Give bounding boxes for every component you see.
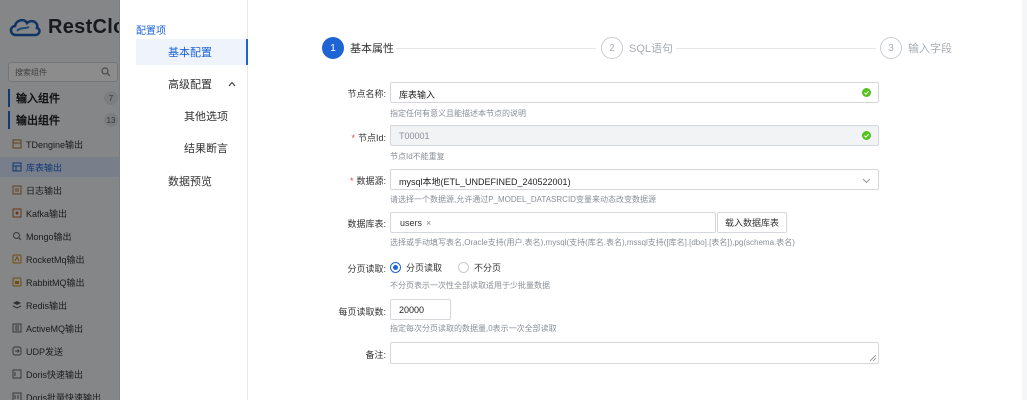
drawer-backdrop[interactable] [0,0,120,400]
table-tag: users × [396,216,435,230]
step-connector [396,48,596,49]
tag-close-icon[interactable]: × [426,218,431,228]
step-indicator: 1 基本属性 2 SQL语句 3 输入字段 [322,37,952,61]
paging-hint: 不分页表示一次性全部读取适用于少批量数据 [390,281,550,290]
datasource-value: mysql本地(ETL_UNDEFINED_240522001) [399,177,571,187]
page-size-input[interactable]: 20000 [390,299,451,320]
step-connector [676,48,876,49]
node-name-label: 节点名称: [347,89,386,99]
datasource-label: * 数据源: [310,174,386,187]
config-menu-title: 配置项 [136,26,166,37]
page-size-hint: 指定每次分页读取的数据量,0表示一次全部读取 [390,324,557,333]
step-label: 输入字段 [908,43,952,55]
config-item-basic[interactable]: 基本配置 [136,39,248,65]
drawer-scrollbar[interactable] [1022,0,1027,400]
node-id-input: T00001 [390,125,879,146]
table-label: 数据库表: [347,219,386,229]
step-basic[interactable]: 1 基本属性 [322,37,394,59]
node-id-hint: 节点Id不能重复 [390,152,445,161]
step-number: 3 [880,37,902,59]
required-mark: * [349,176,354,186]
page-size-label: 每页读取数: [338,307,386,317]
remark-label: 备注: [365,350,386,360]
config-item-label: 高级配置 [168,79,212,91]
datasource-select[interactable]: mysql本地(ETL_UNDEFINED_240522001) [390,169,879,190]
remark-textarea[interactable] [390,342,879,364]
step-number: 2 [601,37,623,59]
step-number: 1 [322,37,344,59]
page-size-value: 20000 [399,305,425,315]
paging-radio-group: 分页读取 不分页 [390,260,517,274]
config-section-menu: 配置项 基本配置 高级配置 其他选项 结果断言 数据预览 [120,0,248,400]
paging-radio-no[interactable] [458,261,470,273]
check-circle-icon [862,88,871,97]
node-name-hint: 指定任何有意义且能描述本节点的说明 [390,109,526,118]
check-circle-icon [862,131,871,140]
paging-label: 分页读取: [347,264,386,274]
resize-grip-icon[interactable] [870,355,876,361]
node-id-label-text: 节点Id: [357,133,386,143]
node-name-input[interactable]: 库表输入 [390,82,879,103]
step-label: 基本属性 [350,43,394,55]
paging-option-yes[interactable]: 分页读取 [406,261,442,274]
table-select[interactable]: users × [390,212,716,233]
config-item-other[interactable]: 其他选项 [136,103,248,129]
paging-radio-yes[interactable] [390,261,401,273]
paging-option-no[interactable]: 不分页 [474,261,501,274]
chevron-down-icon[interactable] [862,176,871,185]
node-id-value: T00001 [399,131,430,141]
datasource-hint: 请选择一个数据源,允许通过P_MODEL_DATASRCID变量来动态改变数据源 [390,195,656,204]
node-name-value: 库表输入 [399,90,436,100]
node-id-label: * 节点Id: [310,131,386,144]
step-label: SQL语句 [629,43,674,55]
step-input-fields[interactable]: 3 输入字段 [880,37,952,59]
config-item-advanced[interactable]: 高级配置 [136,71,248,97]
load-tables-button[interactable]: 载入数据库表 [717,212,787,233]
config-item-preview[interactable]: 数据预览 [136,168,248,194]
required-mark: * [351,133,355,143]
table-hint: 选择或手动填写表名,Oracle支持(用户.表名),mysql(支持(库名.表名… [390,238,795,247]
config-drawer: 配置项 基本配置 高级配置 其他选项 结果断言 数据预览 1 基本属性 2 SQ… [120,0,1027,400]
table-tag-label: users [400,218,423,228]
datasource-label-text: 数据源: [356,176,386,186]
step-sql[interactable]: 2 SQL语句 [601,37,673,59]
chevron-up-icon[interactable] [228,80,236,88]
config-item-assert[interactable]: 结果断言 [136,135,248,161]
